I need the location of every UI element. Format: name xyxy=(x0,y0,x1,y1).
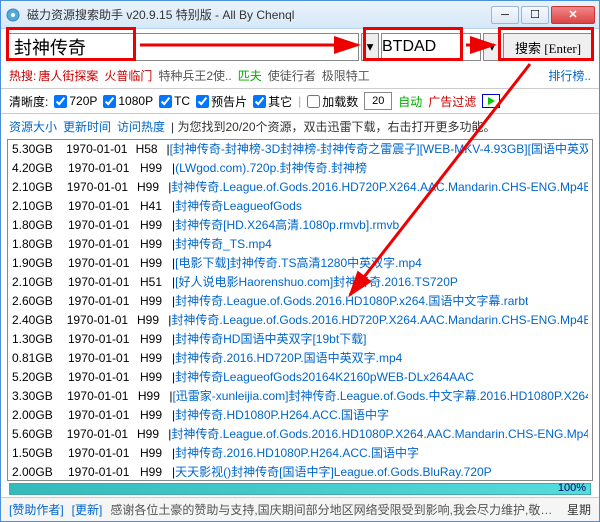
engine-dropdown[interactable]: ▾ xyxy=(483,33,501,61)
engine-select[interactable] xyxy=(381,33,481,61)
chk-loadcount[interactable] xyxy=(307,95,320,108)
chk-1080p[interactable] xyxy=(103,95,116,108)
progress-text: 100% xyxy=(558,482,586,494)
load-count-input[interactable] xyxy=(364,92,392,110)
hot-item[interactable]: 唐人街探案 xyxy=(38,69,98,83)
update-link[interactable]: [更新] xyxy=(72,501,103,518)
minimize-button[interactable]: ─ xyxy=(491,6,519,24)
result-item[interactable]: 3.30GB1970-01-01H99| [迅雷家-xunleijia.com]… xyxy=(8,387,592,406)
result-item[interactable]: 1.50GB1970-01-01H99| 封神传奇.2016.HD1080P.H… xyxy=(8,444,592,463)
hot-item[interactable]: 火普临门 xyxy=(104,69,152,83)
filter-bar: 清晰度: 720P 1080P TC 预告片 其它 | 加载数 自动 广告过滤 xyxy=(1,88,599,114)
statusbar: [赞助作者] [更新] 感谢各位土豪的赞助与支持,国庆期间部分地区网络受限受到影… xyxy=(1,497,599,521)
chk-720p[interactable] xyxy=(54,95,67,108)
titlebar: 磁力资源搜索助手 v20.9.15 特别版 - All By Chenql ─ … xyxy=(1,1,599,29)
adfilter-label[interactable]: 广告过滤 xyxy=(428,93,476,110)
result-item[interactable]: 1.30GB1970-01-01H99| 封神传奇HD国语中英双字[19bt下载… xyxy=(8,330,592,349)
result-item[interactable]: 2.40GB1970-01-01H99| 封神传奇.League.of.Gods… xyxy=(8,311,592,330)
result-item[interactable]: 1.90GB1970-01-01H99| [电影下载]封神传奇.TS高清1280… xyxy=(8,254,592,273)
sort-heat[interactable]: 访问热度 xyxy=(117,118,165,135)
result-item[interactable]: 2.10GB1970-01-01H41| 封神传奇LeagueofGods xyxy=(8,197,592,216)
ranking-link[interactable]: 排行榜.. xyxy=(548,67,591,84)
clarity-label: 清晰度: xyxy=(9,93,48,110)
maximize-button[interactable]: ☐ xyxy=(521,6,549,24)
search-button[interactable]: 搜索 [Enter] xyxy=(503,33,593,61)
info-bar: 资源大小 更新时间 访问热度 | 为您找到20/20个资源，双击迅雷下载，右击打… xyxy=(1,114,599,139)
auto-label[interactable]: 自动 xyxy=(398,93,422,110)
result-summary: | 为您找到20/20个资源，双击迅雷下载，右击打开更多功能。 xyxy=(171,118,495,135)
result-item[interactable]: 0.81GB1970-01-01H99| 封神传奇.2016.HD720P.国语… xyxy=(8,349,592,368)
results-list[interactable]: 5.30GB1970-01-01H58| [封神传奇-封神榜-3D封神榜-封神传… xyxy=(7,139,593,481)
history-dropdown[interactable]: ▾ xyxy=(361,33,379,61)
close-button[interactable]: ✕ xyxy=(551,6,595,24)
footer-date: 星期 xyxy=(567,501,591,518)
chk-tc[interactable] xyxy=(159,95,172,108)
result-item[interactable]: 2.60GB1970-01-01H99| 封神传奇.League.of.Gods… xyxy=(8,292,592,311)
hot-item[interactable]: 使徒行者 xyxy=(268,69,316,83)
sort-time[interactable]: 更新时间 xyxy=(63,118,111,135)
sort-size[interactable]: 资源大小 xyxy=(9,118,57,135)
chk-trailer[interactable] xyxy=(196,95,209,108)
result-item[interactable]: 5.20GB1970-01-01H99| 封神传奇LeagueofGods201… xyxy=(8,368,592,387)
footer-msg: 感谢各位土豪的赞助与支持,国庆期间部分地区网络受限受到影响,我会尽力维护,敬请谅… xyxy=(110,501,559,518)
hot-label: 热搜: xyxy=(9,67,36,84)
hot-item[interactable]: 特种兵王2使.. xyxy=(158,69,231,83)
result-item[interactable]: 2.10GB1970-01-01H99| 封神传奇.League.of.Gods… xyxy=(8,178,592,197)
chk-other[interactable] xyxy=(253,95,266,108)
result-item[interactable]: 2.10GB1970-01-01H51| [好人说电影Haorenshuo.co… xyxy=(8,273,592,292)
result-item[interactable]: 2.00GB1970-01-01H99| 天天影视()封神传奇[国语中字]Lea… xyxy=(8,463,592,481)
search-input[interactable] xyxy=(7,33,359,61)
donate-link[interactable]: [赞助作者] xyxy=(9,501,64,518)
result-item[interactable]: 5.30GB1970-01-01H58| [封神传奇-封神榜-3D封神榜-封神传… xyxy=(8,140,592,159)
result-item[interactable]: 2.00GB1970-01-01H99| 封神传奇.HD1080P.H264.A… xyxy=(8,406,592,425)
play-icon[interactable] xyxy=(482,94,500,108)
progress-bar: 100% xyxy=(9,483,591,495)
result-item[interactable]: 5.60GB1970-01-01H99| 封神传奇.League.of.Gods… xyxy=(8,425,592,444)
result-item[interactable]: 1.80GB1970-01-01H99| 封神传奇[HD.X264高清.1080… xyxy=(8,216,592,235)
result-item[interactable]: 1.80GB1970-01-01H99| 封神传奇_TS.mp4 xyxy=(8,235,592,254)
hot-item[interactable]: 匹夫 xyxy=(238,69,262,83)
window-title: 磁力资源搜索助手 v20.9.15 特别版 - All By Chenql xyxy=(27,6,491,23)
hot-keywords: 热搜: 唐人街探案火普临门特种兵王2使.. 匹夫使徒行者极限特工 排行榜.. xyxy=(1,65,599,88)
result-item[interactable]: 4.20GB1970-01-01H99| (LWgod.com).720p.封神… xyxy=(8,159,592,178)
app-icon xyxy=(5,7,21,23)
hot-item[interactable]: 极限特工 xyxy=(322,69,370,83)
